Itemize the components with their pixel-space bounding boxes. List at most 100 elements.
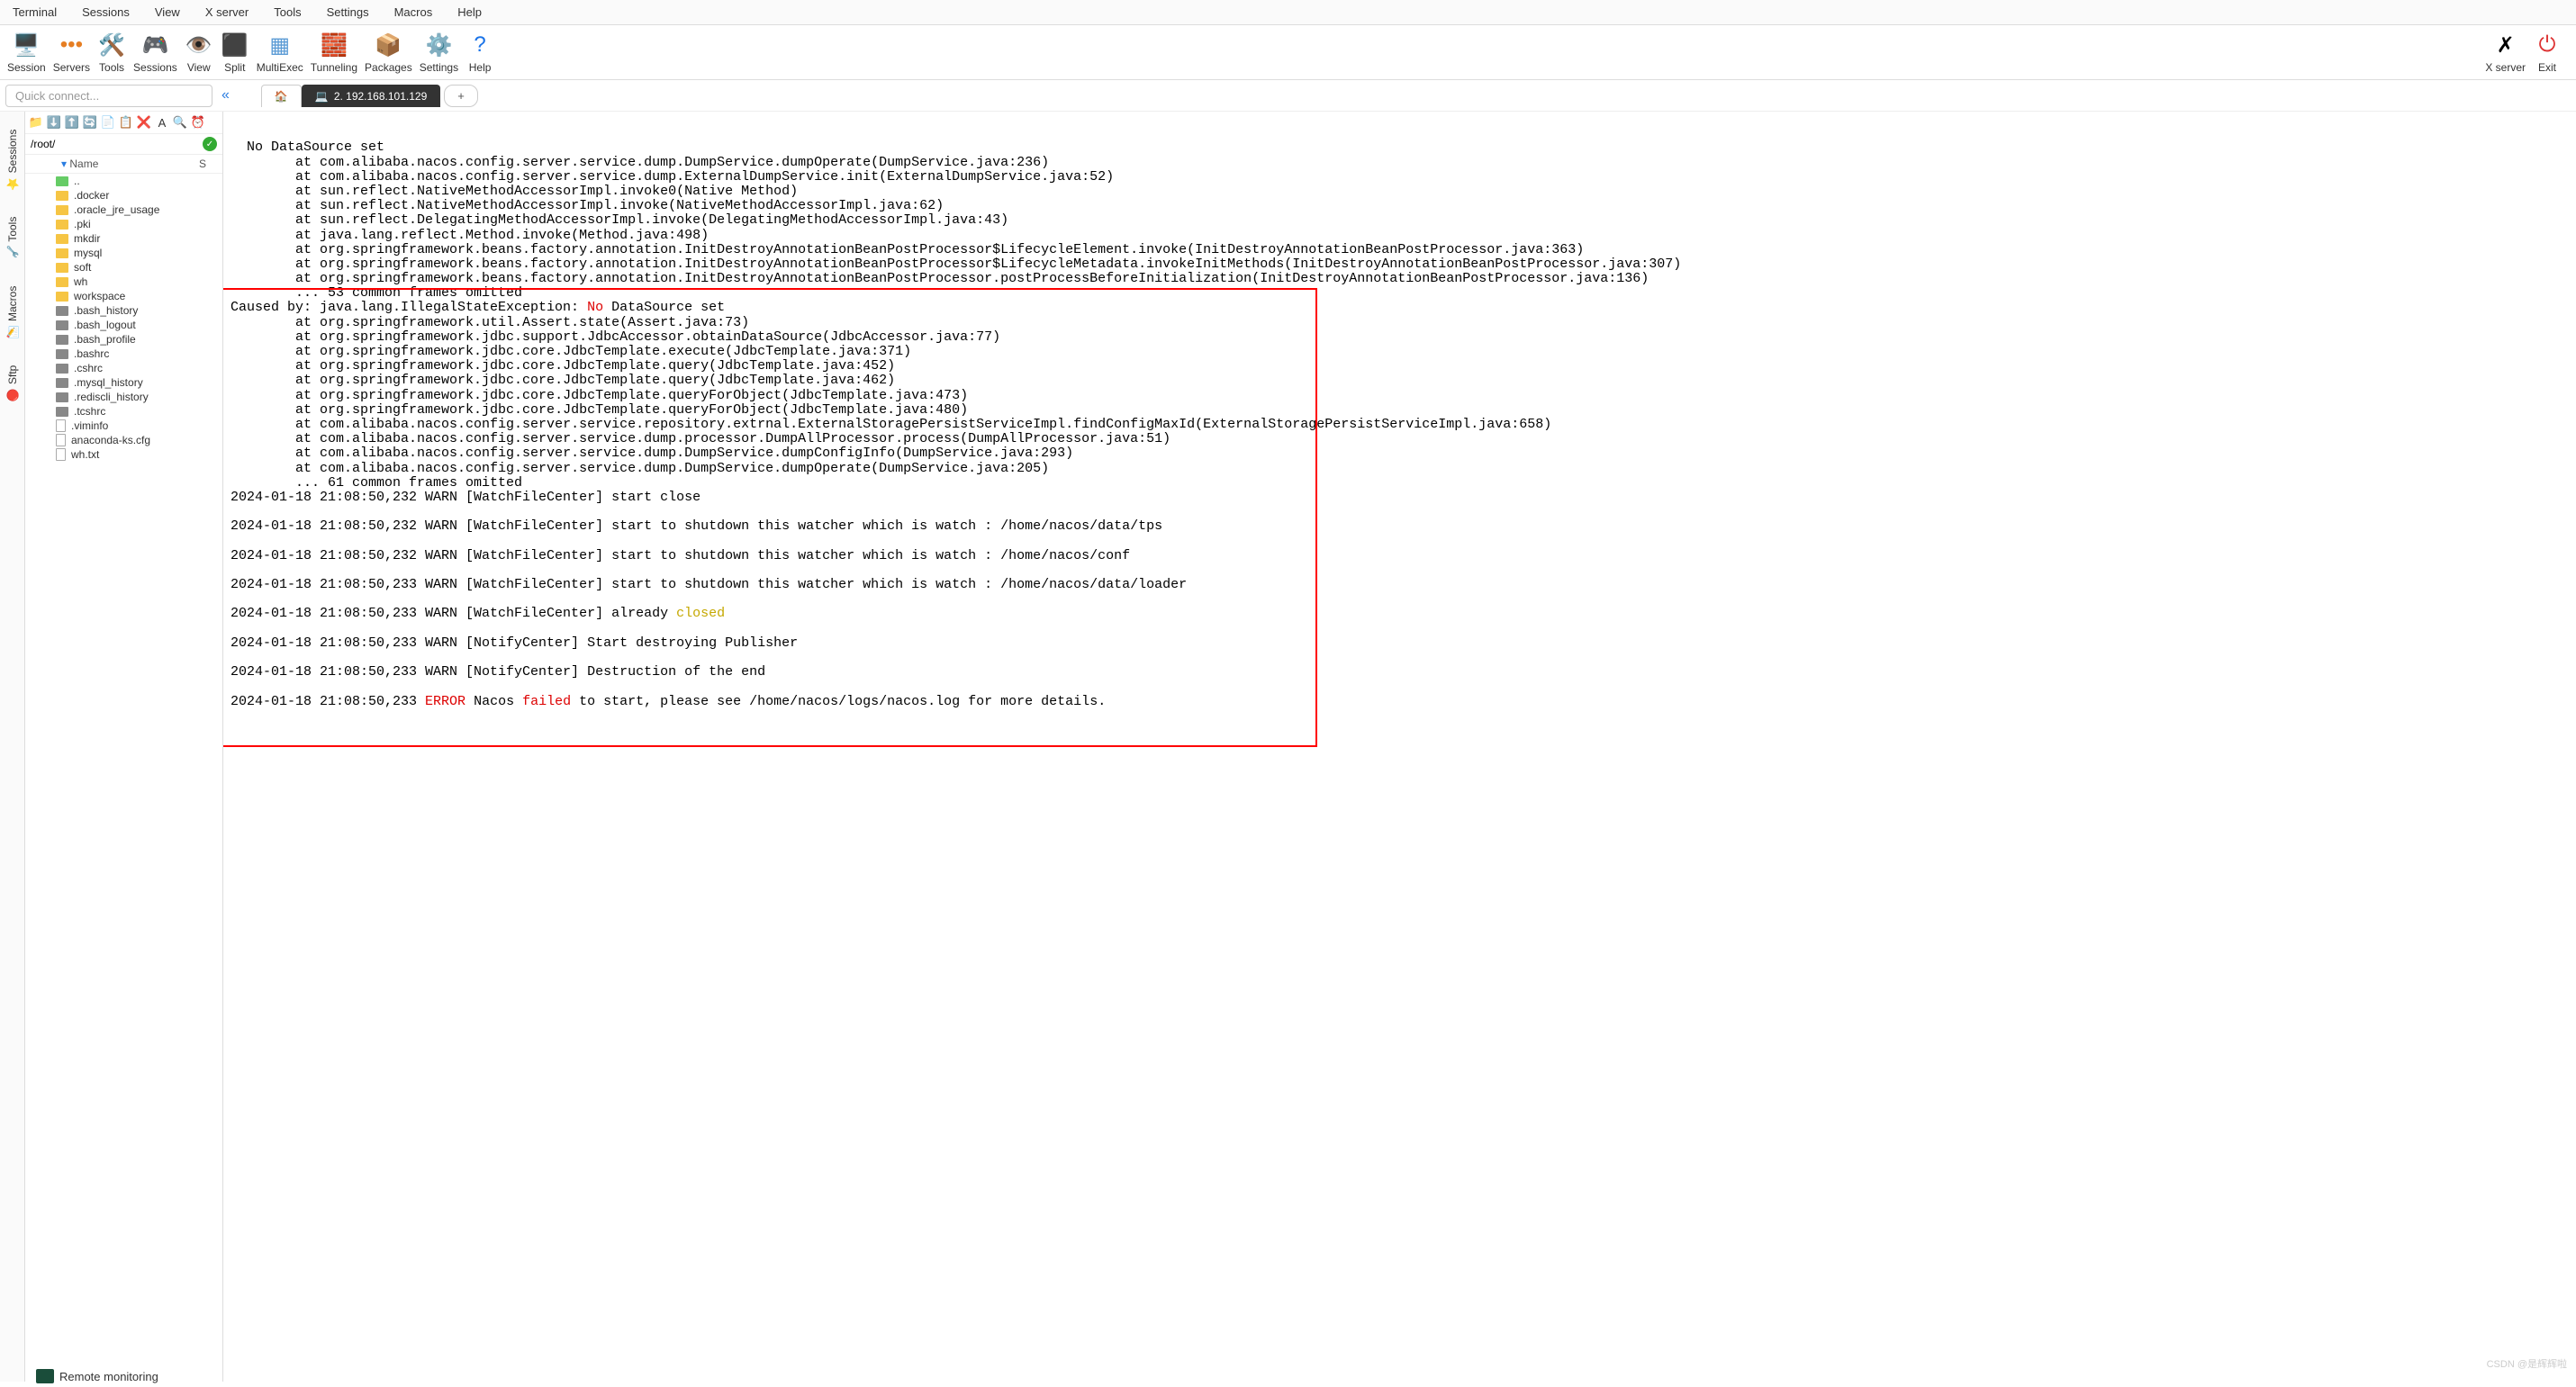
toolbar-session[interactable]: 🖥️Session: [7, 31, 46, 74]
file-toolbar-btn-1[interactable]: ⬇️: [46, 114, 62, 131]
toolbar-split[interactable]: ⬛Split: [221, 31, 249, 74]
split-icon: ⬛: [221, 31, 249, 59]
menu-macros[interactable]: Macros: [391, 4, 437, 21]
menu-help[interactable]: Help: [454, 4, 485, 21]
sidetab-macros[interactable]: 📝 Macros: [6, 286, 19, 338]
toolbar-servers[interactable]: •••Servers: [53, 31, 90, 74]
file-item[interactable]: .pki: [25, 217, 222, 231]
sort-arrow-icon[interactable]: ▾: [61, 158, 67, 170]
file-name: .pki: [74, 218, 91, 230]
file-icon: [56, 407, 68, 417]
file-item[interactable]: .bash_profile: [25, 332, 222, 347]
x server-icon: ✗: [2491, 31, 2520, 59]
file-toolbar-btn-7[interactable]: A: [154, 114, 170, 131]
menu-x-server[interactable]: X server: [202, 4, 252, 21]
file-item[interactable]: .mysql_history: [25, 375, 222, 390]
menu-tools[interactable]: Tools: [270, 4, 304, 21]
sessions-icon: 🎮: [140, 31, 169, 59]
toolbar-x-server[interactable]: ✗X server: [2485, 31, 2526, 74]
exit-icon: ⏻: [2533, 31, 2562, 59]
file-item[interactable]: soft: [25, 260, 222, 275]
toolbar-label: Settings: [420, 61, 458, 74]
path-input[interactable]: [31, 138, 199, 150]
toolbar-exit[interactable]: ⏻Exit: [2533, 31, 2562, 74]
collapse-sidebar-icon[interactable]: «: [218, 84, 233, 107]
quick-row: Quick connect... « 🏠 💻 2. 192.168.101.12…: [0, 80, 2576, 112]
file-item[interactable]: ..: [25, 174, 222, 188]
sidetab-sessions[interactable]: ⭐ Sessions: [6, 130, 19, 190]
file-item[interactable]: mkdir: [25, 231, 222, 246]
file-toolbar-btn-4[interactable]: 📄: [100, 114, 116, 131]
file-toolbar-btn-5[interactable]: 📋: [118, 114, 134, 131]
file-icon: [56, 448, 66, 461]
path-ok-icon: ✓: [203, 137, 217, 151]
file-name: .bash_profile: [74, 333, 136, 346]
file-name: wh: [74, 275, 87, 288]
file-item[interactable]: .bashrc: [25, 347, 222, 361]
file-toolbar-btn-3[interactable]: 🔄: [82, 114, 98, 131]
file-item[interactable]: wh.txt: [25, 447, 222, 462]
file-item[interactable]: wh: [25, 275, 222, 289]
file-item[interactable]: .bash_logout: [25, 318, 222, 332]
toolbar-label: Session: [7, 61, 46, 74]
menu-view[interactable]: View: [151, 4, 184, 21]
tab-session-active[interactable]: 💻 2. 192.168.101.129: [302, 85, 440, 107]
toolbar-label: Tools: [99, 61, 124, 74]
file-toolbar-btn-2[interactable]: ⬆️: [64, 114, 80, 131]
folder-icon: [56, 277, 68, 287]
folder-up-icon: [56, 176, 68, 186]
file-toolbar-btn-9[interactable]: ⏰: [190, 114, 206, 131]
main-toolbar: 🖥️Session•••Servers🛠️ Tools 🎮Sessions 👁️Vie…: [0, 25, 2576, 80]
file-item[interactable]: .viminfo: [25, 419, 222, 433]
file-toolbar-btn-6[interactable]: ❌: [136, 114, 152, 131]
toolbar-tools[interactable]: 🛠️ Tools: [97, 31, 126, 74]
folder-icon: [56, 248, 68, 258]
file-item[interactable]: .oracle_jre_usage: [25, 203, 222, 217]
toolbar-help[interactable]: ?Help: [465, 31, 494, 74]
toolbar-label: Servers: [53, 61, 90, 74]
file-name: .docker: [74, 189, 109, 202]
file-toolbar-btn-0[interactable]: 📁: [28, 114, 44, 131]
menu-terminal[interactable]: Terminal: [9, 4, 60, 21]
toolbar-view[interactable]: 👁️View: [185, 31, 213, 74]
file-icon: [56, 335, 68, 345]
toolbar-tunneling[interactable]: 🧱Tunneling: [311, 31, 357, 74]
file-item[interactable]: workspace: [25, 289, 222, 303]
file-name: .viminfo: [71, 419, 108, 432]
file-name: .rediscli_history: [74, 391, 149, 403]
file-toolbar-btn-8[interactable]: 🔍: [172, 114, 188, 131]
menu-sessions[interactable]: Sessions: [78, 4, 133, 21]
file-item[interactable]: anaconda-ks.cfg: [25, 433, 222, 447]
menu-settings[interactable]: Settings: [323, 4, 373, 21]
toolbar-multiexec[interactable]: ▦MultiExec: [257, 31, 303, 74]
file-name: .cshrc: [74, 362, 103, 374]
file-item[interactable]: .docker: [25, 188, 222, 203]
file-item[interactable]: .cshrc: [25, 361, 222, 375]
file-item[interactable]: mysql: [25, 246, 222, 260]
file-name: .mysql_history: [74, 376, 143, 389]
path-row: ✓: [25, 134, 222, 155]
toolbar-packages[interactable]: 📦Packages: [365, 31, 412, 74]
sidetab-tools[interactable]: 🔧 Tools: [6, 217, 19, 259]
toolbar-sessions[interactable]: 🎮Sessions: [133, 31, 177, 74]
monitor-icon: [36, 1369, 54, 1383]
terminal-output[interactable]: No DataSource set at com.alibaba.nacos.c…: [223, 112, 2576, 1382]
quick-connect-input[interactable]: Quick connect...: [5, 85, 212, 107]
file-name: .bash_history: [74, 304, 138, 317]
toolbar-settings[interactable]: ⚙️Settings: [420, 31, 458, 74]
folder-icon: [56, 191, 68, 201]
tab-add[interactable]: +: [444, 85, 478, 107]
file-item[interactable]: .rediscli_history: [25, 390, 222, 404]
help-icon: ?: [465, 31, 494, 59]
folder-icon: [56, 234, 68, 244]
file-item[interactable]: .bash_history: [25, 303, 222, 318]
file-name: mkdir: [74, 232, 100, 245]
col-size[interactable]: S: [199, 158, 206, 170]
file-name: wh.txt: [71, 448, 99, 461]
sidetab-sftp[interactable]: 🔴 Sftp: [6, 365, 19, 401]
tab-home[interactable]: 🏠: [261, 85, 302, 107]
file-item[interactable]: .tcshrc: [25, 404, 222, 419]
col-name[interactable]: Name: [69, 158, 98, 170]
file-name: .bashrc: [74, 347, 109, 360]
tools-icon: 🛠️: [97, 31, 126, 59]
